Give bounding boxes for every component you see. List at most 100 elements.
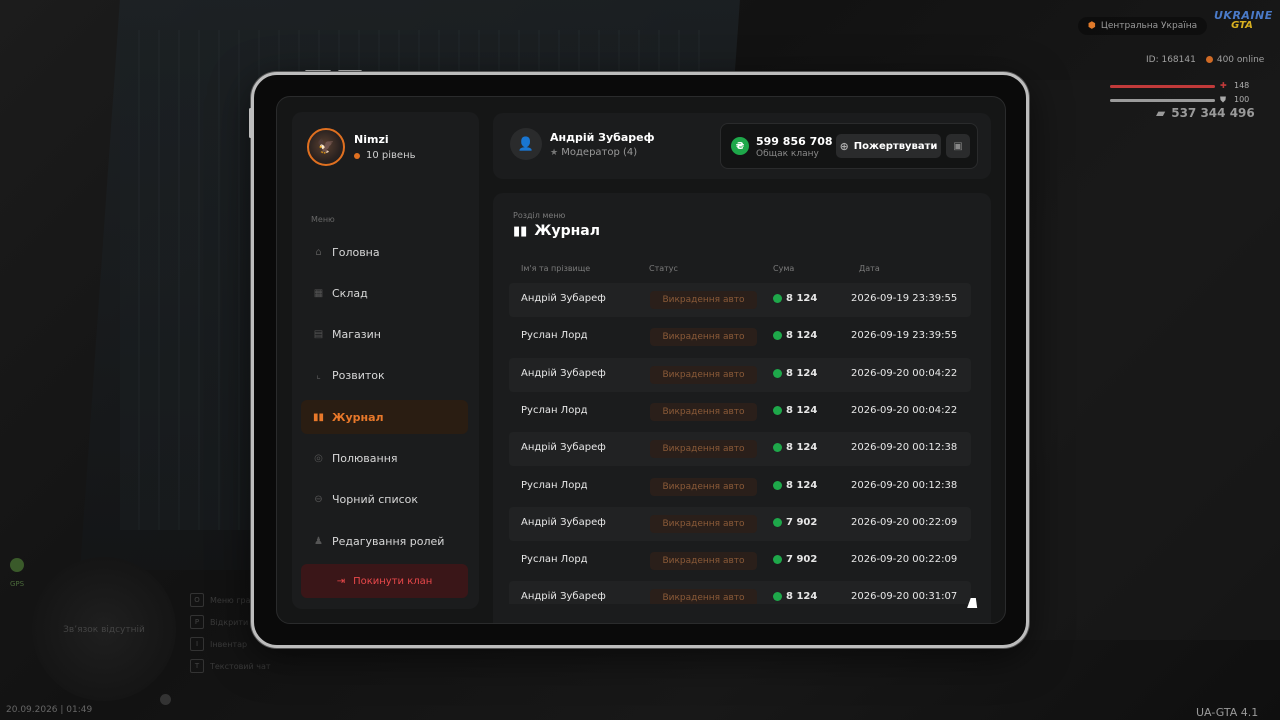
hryvnia-coin-icon <box>773 517 782 527</box>
sidebar-menu: ⌂ Головна ▦ Склад ▤ Магазин ⌞ Розвиток ▮▮ Жур… <box>301 235 468 565</box>
health-bar <box>1110 85 1215 88</box>
bank-amount: 599 856 708 <box>756 135 833 148</box>
row-sum: 8 124 <box>773 405 817 416</box>
sidebar-item-roles[interactable]: ♟ Редагування ролей <box>301 524 468 558</box>
row-name: Андрій Зубареф <box>521 367 606 379</box>
storage-box-button[interactable]: ▣ <box>946 134 970 158</box>
row-name: Руслан Лорд <box>521 330 588 342</box>
sidebar-item-label: Склад <box>332 286 368 300</box>
row-date: 2026-09-20 00:12:38 <box>851 442 958 454</box>
hotkey-key: I <box>190 637 204 651</box>
status-badge: Викрадення авто <box>650 402 757 421</box>
table-row[interactable]: Руслан Лорд Викрадення авто 8 124 2026-09-2… <box>509 395 971 429</box>
row-sum: 8 124 <box>773 480 817 491</box>
logo-bottom-text: GTA <box>1231 20 1253 31</box>
warehouse-icon: ▦ <box>313 287 324 299</box>
row-name: Андрій Зубареф <box>521 442 606 454</box>
row-date: 2026-09-20 00:04:22 <box>851 367 958 379</box>
journal-table: Андрій Зубареф Викрадення авто 8 124 2026-0… <box>509 283 971 604</box>
armor-icon: ⛊ <box>1220 95 1226 104</box>
row-name: Андрій Зубареф <box>521 516 606 528</box>
armor-bar <box>1110 99 1215 102</box>
sidebar-item-shop[interactable]: ▤ Магазин <box>301 318 468 352</box>
sidebar-item-label: Магазин <box>332 328 381 342</box>
status-badge: Викрадення авто <box>650 514 757 533</box>
leave-clan-label: Покинути клан <box>353 575 433 587</box>
sidebar-item-blacklist[interactable]: ⊖ Чорний список <box>301 483 468 517</box>
hryvnia-coin-icon <box>773 555 782 565</box>
status-badge: Викрадення авто <box>650 365 757 384</box>
page-title: ▮▮ Журнал <box>513 223 600 239</box>
hotkey-label: Інвентар <box>210 639 248 649</box>
table-row[interactable]: Андрій Зубареф Викрадення авто 8 124 2026-0… <box>509 357 971 392</box>
status-badge: Викрадення авто <box>650 291 757 309</box>
sidebar-item-warehouse[interactable]: ▦ Склад <box>301 276 468 310</box>
sidebar-item-label: Журнал <box>332 410 384 424</box>
row-date: 2026-09-20 00:04:22 <box>851 404 958 416</box>
date-time: 20.09.2026 | 01:49 <box>6 705 93 715</box>
table-header: Ім'я та прізвище Статус Сума Дата <box>509 264 974 278</box>
plus-circle-icon: ⊕ <box>839 139 849 153</box>
hryvnia-coin-icon <box>773 368 782 378</box>
table-row[interactable]: Андрій Зубареф Викрадення авто 7 902 2026-0… <box>509 506 971 541</box>
user-role: ★ Модератор (4) <box>550 146 638 158</box>
avatar: 🦅 <box>307 128 345 166</box>
row-sum: 7 902 <box>773 517 817 528</box>
bank-label: Общак клану <box>756 149 819 159</box>
table-row[interactable]: Андрій Зубареф Викрадення авто 8 124 2026-0… <box>509 581 971 604</box>
minimap: Зв’язок відсутній <box>32 557 176 701</box>
leave-clan-button[interactable]: ⇥ Покинути клан <box>301 564 468 598</box>
server-logo: UKRAINE GTA <box>1214 10 1272 31</box>
table-row[interactable]: Руслан Лорд Викрадення авто 7 902 2026-09-2… <box>509 544 971 578</box>
hryvnia-coin-icon <box>773 592 782 602</box>
online-count: 400 online <box>1205 55 1264 65</box>
table-row[interactable]: Руслан Лорд Викрадення авто 8 124 2026-09-2… <box>509 470 971 504</box>
row-date: 2026-09-20 00:22:09 <box>851 554 958 566</box>
star-icon: ★ <box>550 147 559 158</box>
location-pin-icon: ⬢ <box>1088 21 1096 31</box>
menu-caption: Меню <box>311 215 335 224</box>
hryvnia-coin-icon <box>773 443 782 453</box>
column-header-status: Статус <box>649 264 678 273</box>
hotkey-label: Текстовий чат <box>210 661 271 671</box>
hryvnia-coin-icon <box>773 331 782 341</box>
sidebar-item-hunting[interactable]: ◎ Полювання <box>301 441 468 475</box>
row-name: Руслан Лорд <box>521 554 588 566</box>
microphone-icon <box>160 694 171 705</box>
status-badge: Викрадення авто <box>650 328 757 347</box>
block-icon: ⊖ <box>314 494 323 506</box>
hotkey-key: O <box>190 593 204 607</box>
table-row[interactable]: Андрій Зубареф Викрадення авто 8 124 2026-0… <box>509 432 971 467</box>
row-sum: 8 124 <box>773 368 817 379</box>
profile-level: 10 рівень <box>354 150 416 161</box>
table-row[interactable]: Андрій Зубареф Викрадення авто 8 124 2026-0… <box>509 283 971 317</box>
player-id: ID: 168141 <box>1146 55 1196 65</box>
row-name: Андрій Зубареф <box>521 591 606 603</box>
status-badge: Викрадення авто <box>650 589 757 604</box>
minimap-status: Зв’язок відсутній <box>63 625 145 635</box>
row-sum: 7 902 <box>773 554 817 565</box>
sidebar-item-development[interactable]: ⌞ Розвиток <box>301 359 468 393</box>
health-icon: ✚ <box>1220 81 1227 90</box>
hryvnia-coin-icon: ₴ <box>731 137 749 155</box>
home-icon: ⌂ <box>315 246 322 258</box>
sidebar-item-journal[interactable]: ▮▮ Журнал <box>301 400 468 435</box>
gps-icon <box>10 558 24 572</box>
row-date: 2026-09-20 00:31:07 <box>851 591 958 603</box>
health-value: 148 <box>1234 81 1250 90</box>
donate-button[interactable]: ⊕ Пожертвувати <box>836 134 941 158</box>
user-avatar-icon: 👤 <box>510 128 542 160</box>
sidebar-item-home[interactable]: ⌂ Головна <box>301 235 468 269</box>
current-user: 👤 Андрій Зубареф ★ Модератор (4) <box>510 128 655 160</box>
sidebar-item-label: Чорний список <box>332 493 419 507</box>
player-info: ID: 168141 400 online <box>1146 55 1264 65</box>
row-sum: 8 124 <box>773 591 817 602</box>
row-date: 2026-09-20 00:22:09 <box>851 516 958 528</box>
sidebar-item-label: Головна <box>332 245 380 259</box>
table-row[interactable]: Руслан Лорд Викрадення авто 8 124 2026-09-1… <box>509 320 971 354</box>
sidebar: 🦅 Nimzi 10 рівень Меню ⌂ Головна ▦ Склад ▤… <box>292 112 479 609</box>
book-icon: ▮▮ <box>513 223 528 239</box>
hotkey-key: T <box>190 659 204 673</box>
tablet-side-button <box>249 108 252 138</box>
book-icon: ▮▮ <box>313 411 325 423</box>
